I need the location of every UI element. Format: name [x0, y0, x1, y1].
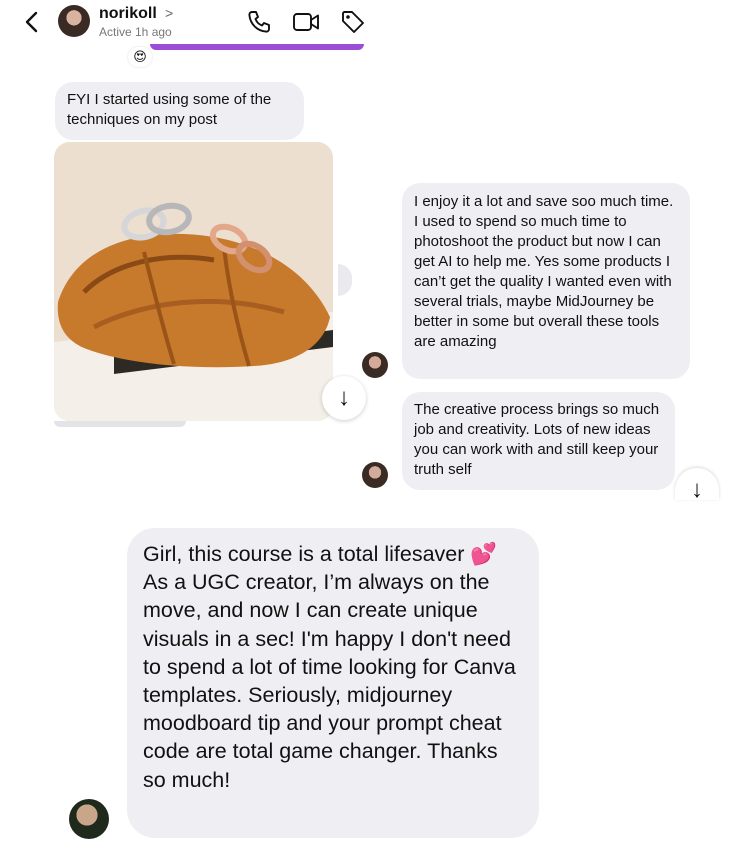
arrow-down-icon: ↓: [338, 384, 350, 411]
chevron-right-icon[interactable]: >: [165, 5, 173, 21]
tag-icon[interactable]: [340, 9, 366, 35]
scroll-down-button[interactable]: ↓: [675, 468, 719, 500]
message-text: Girl, this course is a total lifesaver: [143, 542, 465, 566]
message-bubble-creative[interactable]: The creative process brings so much job …: [402, 392, 675, 490]
heart-emoji: 💕: [470, 542, 498, 566]
message-bubble-enjoy[interactable]: I enjoy it a lot and save soo much time.…: [402, 183, 690, 379]
arrow-down-icon: ↓: [691, 476, 703, 500]
message-bubble-testimonial[interactable]: Girl, this course is a total lifesaver 💕…: [127, 528, 539, 838]
avatar[interactable]: [362, 352, 388, 378]
message-edge: [54, 421, 186, 427]
shared-photo[interactable]: [54, 142, 333, 421]
message-bubble-fyi[interactable]: FYI I started using some of the techniqu…: [55, 82, 304, 140]
phone-icon[interactable]: [246, 9, 272, 35]
active-status: Active 1h ago: [99, 25, 172, 39]
scroll-down-button[interactable]: ↓: [322, 376, 366, 420]
share-button-peek[interactable]: [338, 264, 352, 296]
reaction-emoji[interactable]: 😍: [128, 47, 152, 67]
back-icon[interactable]: [22, 10, 42, 34]
message-text: As a UGC creator, I’m always on the move…: [143, 570, 516, 792]
avatar[interactable]: [58, 5, 90, 37]
avatar[interactable]: [362, 462, 388, 488]
avatar[interactable]: [69, 799, 109, 839]
previous-message-edge: [150, 44, 364, 50]
username[interactable]: norikoll: [99, 5, 157, 23]
video-icon[interactable]: [292, 10, 320, 34]
